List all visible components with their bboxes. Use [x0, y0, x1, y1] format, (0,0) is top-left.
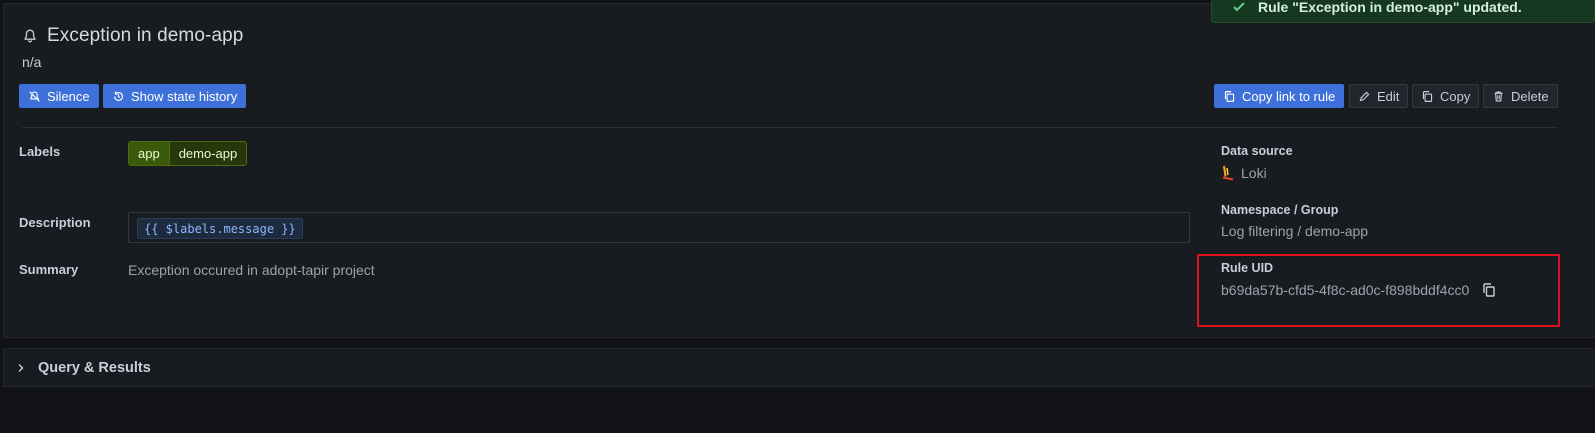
bell-slash-icon: [29, 90, 40, 102]
rule-subtitle: n/a: [22, 54, 42, 70]
description-box: {{ $labels.message }}: [128, 212, 1190, 243]
copy-icon: [1224, 90, 1235, 102]
label-value: demo-app: [168, 142, 247, 165]
copy-button[interactable]: Copy: [1412, 84, 1480, 108]
namespace-value: Log filtering / demo-app: [1221, 223, 1368, 239]
edit-button[interactable]: Edit: [1349, 84, 1409, 108]
check-icon: [1232, 0, 1246, 14]
toast-text: Rule "Exception in demo-app" updated.: [1258, 0, 1522, 15]
pen-icon: [1359, 91, 1370, 101]
summary-title: Summary: [19, 262, 79, 277]
chevron-right-icon: [16, 363, 26, 373]
show-state-history-button[interactable]: Show state history: [103, 84, 247, 108]
namespace-text: Log filtering / demo-app: [1221, 223, 1369, 239]
copy-link-label: Copy link to rule: [1242, 88, 1336, 104]
data-source-name: Loki: [1241, 165, 1267, 181]
trash-icon: [1494, 90, 1503, 102]
edit-label: Edit: [1377, 88, 1400, 104]
success-toast: Rule "Exception in demo-app" updated.: [1211, 0, 1595, 23]
rule-uid-highlight: [1197, 254, 1560, 327]
bell-icon: [22, 28, 38, 44]
history-icon: [114, 91, 123, 101]
loki-logo-icon: [1221, 165, 1235, 181]
copy-icon: [1422, 90, 1433, 102]
silence-label: Silence: [47, 88, 90, 104]
labels-title: Labels: [19, 144, 61, 159]
rule-header: Exception in demo-app: [22, 25, 243, 47]
rule-title: Exception in demo-app: [47, 25, 244, 46]
query-results-section[interactable]: Query & Results: [3, 348, 1595, 387]
copy-link-button[interactable]: Copy link to rule: [1214, 84, 1345, 108]
delete-button[interactable]: Delete: [1483, 84, 1558, 108]
silence-button[interactable]: Silence: [19, 84, 99, 108]
show-state-history-label: Show state history: [131, 88, 238, 104]
description-value: {{ $labels.message }}: [137, 218, 303, 239]
label-chip: app demo-app: [128, 141, 248, 166]
label-key: app: [129, 142, 169, 165]
copy-label: Copy: [1440, 88, 1471, 104]
data-source-value: Loki: [1221, 165, 1267, 181]
description-title: Description: [19, 215, 91, 230]
query-results-label: Query & Results: [38, 359, 151, 376]
header-divider: [22, 127, 1557, 128]
data-source-title: Data source: [1221, 144, 1293, 158]
namespace-title: Namespace / Group: [1221, 203, 1339, 217]
delete-label: Delete: [1511, 88, 1549, 104]
summary-value: Exception occured in adopt-tapir project: [128, 262, 375, 278]
